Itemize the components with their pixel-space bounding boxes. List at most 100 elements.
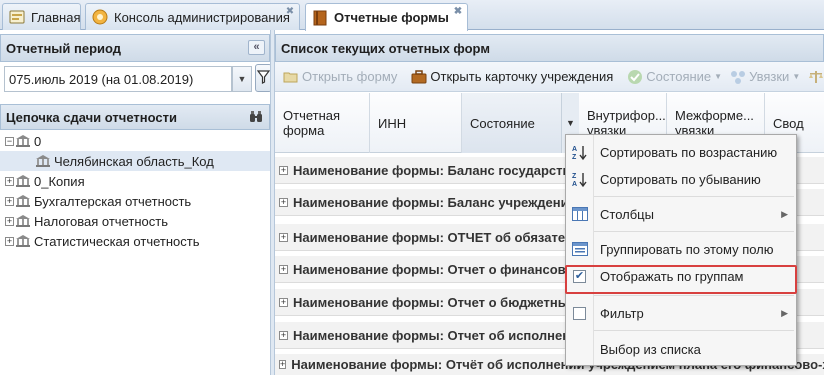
svg-text:Z: Z [572, 173, 577, 180]
column-header-inn[interactable]: ИНН [370, 93, 462, 153]
tree-node[interactable]: + Бухгалтерская отчетность [0, 191, 270, 211]
column-header-form[interactable]: Отчетная форма [275, 93, 370, 153]
column-label: Состояние [470, 115, 535, 131]
scales-icon [808, 69, 824, 85]
menu-item-label: Группировать по этому полю [600, 241, 774, 257]
menu-item-pick-list[interactable]: Выбор из списка [566, 336, 796, 362]
list-title: Список текущих отчетных форм [281, 40, 490, 56]
column-label: Свод [773, 115, 804, 131]
tab-report-forms[interactable]: Отчетные формы ✖ [305, 3, 468, 31]
state-label: Состояние [646, 69, 712, 84]
expand-icon[interactable]: + [279, 232, 288, 242]
svg-text:A: A [572, 181, 577, 188]
chevron-down-icon: ▼ [237, 74, 247, 84]
period-header: Отчетный период [0, 34, 270, 62]
open-form-button[interactable]: Открыть форму [279, 69, 401, 85]
menu-item-sort-desc[interactable]: ZA Сортировать по убыванию [566, 166, 796, 192]
expand-icon[interactable]: + [5, 196, 14, 206]
book-icon [312, 10, 328, 26]
expand-icon[interactable]: + [5, 236, 14, 246]
close-icon[interactable]: ✖ [453, 7, 463, 17]
institution-icon [35, 154, 51, 168]
menu-item-label: Сортировать по убыванию [600, 171, 761, 187]
group-icon [571, 241, 588, 258]
home-icon [9, 9, 25, 25]
scales-button[interactable] [804, 69, 824, 85]
menu-separator [594, 330, 794, 331]
columns-icon [571, 206, 588, 223]
chain-tree: − 0 Челябинская область_Код + 0_Копия + … [0, 131, 270, 251]
period-select[interactable]: 075.июль 2019 (на 01.08.2019) [4, 66, 232, 92]
tab-bar: Главная Консоль администрирования ✖ Отче… [0, 0, 824, 31]
institution-icon [15, 234, 31, 248]
sort-ascending-icon: AZ [571, 144, 588, 161]
chevron-down-icon: ▼ [566, 118, 575, 128]
tab-label: Отчетные формы [334, 10, 449, 25]
expand-icon[interactable]: + [5, 176, 14, 186]
tree-node[interactable]: − 0 [0, 131, 270, 151]
tab-label: Консоль администрирования [114, 9, 290, 25]
period-dropdown-button[interactable]: ▼ [232, 66, 252, 92]
binoculars-icon[interactable] [249, 110, 263, 127]
chain-header: Цепочка сдачи отчетности [0, 104, 270, 130]
toolbar: Открыть форму Открыть карточку учреждени… [275, 62, 824, 92]
menu-item-group-by[interactable]: Группировать по этому полю [566, 236, 796, 262]
expand-icon[interactable]: + [5, 216, 14, 226]
column-label: ИНН [378, 115, 407, 131]
column-label: Отчетная форма [283, 108, 341, 138]
tree-node-label: Статистическая отчетность [34, 233, 200, 249]
links-icon [730, 69, 746, 85]
tab-home[interactable]: Главная [2, 3, 81, 30]
tree-node-label: Бухгалтерская отчетность [34, 193, 192, 209]
institution-icon [15, 214, 31, 228]
menu-item-columns[interactable]: Столбцы ▶ [566, 201, 796, 227]
expand-icon[interactable]: + [279, 330, 288, 340]
menu-item-label: Выбор из списка [600, 341, 701, 357]
menu-item-filter[interactable]: Фильтр ▶ [566, 300, 796, 326]
period-title: Отчетный период [6, 40, 122, 56]
institution-icon [15, 194, 31, 208]
collapse-panel-button[interactable]: « [248, 40, 265, 55]
list-header: Список текущих отчетных форм [275, 34, 824, 62]
state-menu-button[interactable]: Состояние ▼ [623, 69, 726, 85]
column-context-menu: AZ Сортировать по возрастанию ZA Сортиро… [565, 134, 797, 366]
menu-item-label: Столбцы [600, 206, 654, 222]
menu-separator [594, 196, 794, 197]
expand-icon[interactable]: + [279, 264, 288, 274]
tree-node[interactable]: + Налоговая отчетность [0, 211, 270, 231]
tree-node-label: 0_Копия [34, 173, 85, 189]
chevron-right-icon: ▶ [781, 208, 788, 219]
tab-admin-console[interactable]: Консоль администрирования ✖ [85, 3, 300, 30]
menu-item-label: Сортировать по возрастанию [600, 144, 778, 160]
expand-icon[interactable]: + [279, 297, 288, 307]
chevron-down-icon: ▼ [792, 72, 801, 81]
tab-label: Главная [31, 9, 81, 25]
tree-node-selected[interactable]: Челябинская область_Код [0, 151, 270, 171]
svg-text:Z: Z [572, 154, 577, 161]
checkbox[interactable] [573, 306, 586, 320]
expand-icon[interactable]: + [279, 360, 287, 369]
chevron-down-icon: ▼ [714, 72, 723, 81]
open-card-button[interactable]: Открыть карточку учреждения [407, 69, 617, 85]
collapse-icon[interactable]: − [5, 136, 14, 146]
institution-icon [15, 174, 31, 188]
checkbox-unchecked-icon [571, 305, 588, 322]
expand-icon[interactable]: + [279, 165, 288, 175]
links-menu-button[interactable]: Увязки ▼ [726, 69, 804, 85]
open-card-label: Открыть карточку учреждения [430, 69, 614, 84]
open-folder-icon [283, 69, 299, 85]
menu-item-sort-asc[interactable]: AZ Сортировать по возрастанию [566, 139, 796, 165]
chain-title: Цепочка сдачи отчетности [6, 109, 177, 125]
check-circle-icon [627, 69, 643, 85]
close-icon[interactable]: ✖ [285, 7, 295, 17]
tree-node[interactable]: + 0_Копия [0, 171, 270, 191]
sort-descending-icon: ZA [571, 171, 588, 188]
tree-node-label: 0 [34, 133, 42, 149]
tree-node[interactable]: + Статистическая отчетность [0, 231, 270, 251]
chevron-right-icon: ▶ [781, 307, 788, 318]
briefcase-icon [411, 69, 427, 85]
highlight-annotation [565, 265, 797, 294]
institution-icon [15, 134, 31, 148]
expand-icon[interactable]: + [279, 197, 288, 207]
menu-item-label: Фильтр [600, 305, 644, 321]
